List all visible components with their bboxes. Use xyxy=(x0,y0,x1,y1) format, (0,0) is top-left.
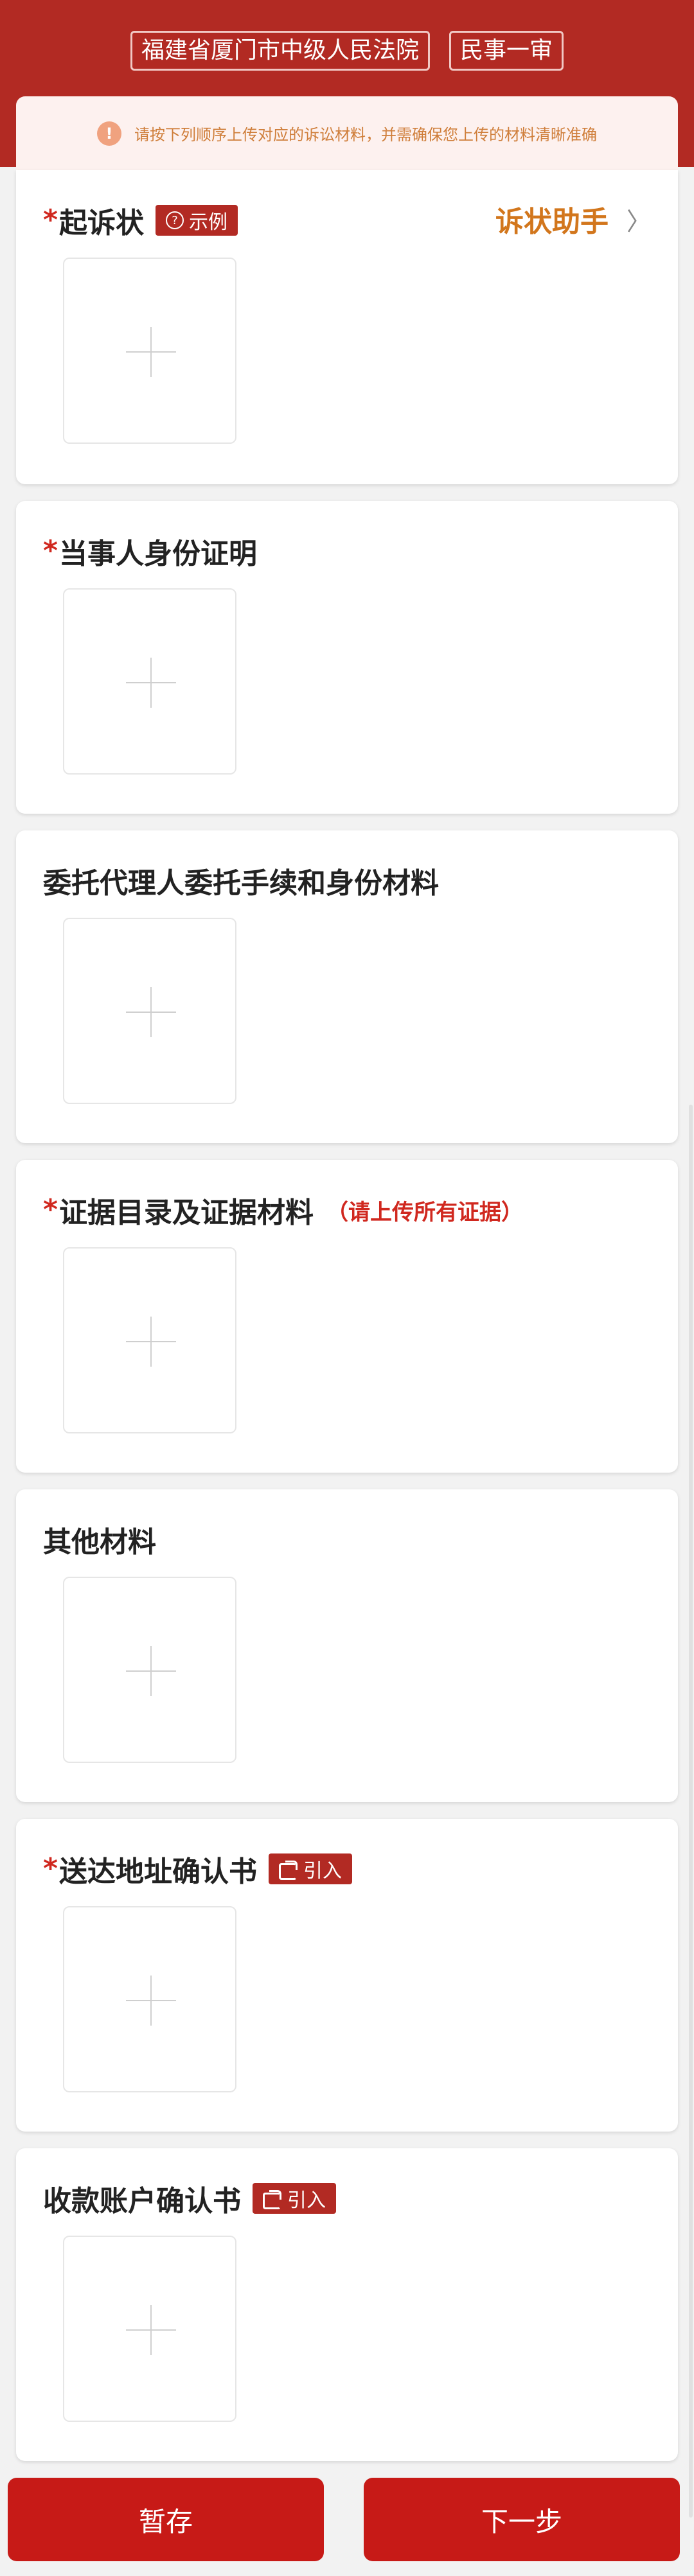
section-title: 收款账户确认书 引入 xyxy=(43,2178,336,2219)
upload-button[interactable] xyxy=(63,588,236,775)
case-type-tag: 民事一审 xyxy=(449,31,564,71)
section-title: * 当事人身份证明 xyxy=(43,530,257,572)
assistant-label: 诉状助手 xyxy=(495,206,609,238)
section-party-id: * 当事人身份证明 xyxy=(16,501,678,814)
required-mark: * xyxy=(43,1193,58,1226)
plus-icon xyxy=(126,2305,176,2355)
import-button[interactable]: 引入 xyxy=(269,1853,353,1884)
import-button-label: 引入 xyxy=(303,1860,343,1882)
example-button[interactable]: ? 示例 xyxy=(156,205,238,236)
section-title: * 证据目录及证据材料 （请上传所有证据） xyxy=(43,1189,523,1231)
required-mark: * xyxy=(43,204,58,236)
next-step-button[interactable]: 下一步 xyxy=(364,2478,680,2561)
section-title-text: 委托代理人委托手续和身份材料 xyxy=(43,867,439,900)
chevron-right-icon: 〉 xyxy=(626,207,651,236)
section-other: 其他材料 xyxy=(16,1489,678,1802)
import-icon xyxy=(279,1861,298,1880)
section-title: * 送达地址确认书 引入 xyxy=(43,1848,353,1889)
section-complaint: * 起诉状 ? 示例 诉状助手 〉 xyxy=(16,170,678,484)
upload-button[interactable] xyxy=(63,2236,236,2422)
notice-text: 请按下列顺序上传对应的诉讼材料，并需确保您上传的材料清晰准确 xyxy=(134,126,597,144)
plus-icon xyxy=(126,1646,176,1696)
section-title: 其他材料 xyxy=(43,1519,156,1560)
plus-icon xyxy=(126,1976,176,2026)
section-payment-account: 收款账户确认书 引入 xyxy=(16,2148,678,2461)
upload-button[interactable] xyxy=(63,1906,236,2092)
example-button-label: 示例 xyxy=(189,211,228,234)
plus-icon xyxy=(126,658,176,708)
section-service-address: * 送达地址确认书 引入 xyxy=(16,1819,678,2132)
scrollbar[interactable] xyxy=(689,1105,693,2518)
section-title-text: 送达地址确认书 xyxy=(59,1855,258,1888)
import-icon xyxy=(263,2190,282,2209)
upload-button[interactable] xyxy=(63,1577,236,1763)
section-title-text: 起诉状 xyxy=(59,207,145,240)
import-button-label: 引入 xyxy=(287,2189,326,2212)
section-title-text: 当事人身份证明 xyxy=(59,538,258,570)
section-agent-docs: 委托代理人委托手续和身份材料 xyxy=(16,830,678,1143)
notice-bar: ! 请按下列顺序上传对应的诉讼材料，并需确保您上传的材料清晰准确 xyxy=(16,96,678,170)
plus-icon xyxy=(126,327,176,377)
section-title-text: 证据目录及证据材料 xyxy=(59,1196,314,1229)
upload-button[interactable] xyxy=(63,1247,236,1433)
section-title-text: 收款账户确认书 xyxy=(43,2185,241,2218)
import-button[interactable]: 引入 xyxy=(253,2183,336,2214)
warning-icon: ! xyxy=(97,121,121,146)
required-mark: * xyxy=(43,1852,58,1885)
section-title: * 起诉状 ? 示例 xyxy=(43,200,238,241)
section-evidence: * 证据目录及证据材料 （请上传所有证据） xyxy=(16,1160,678,1473)
required-mark: * xyxy=(43,534,58,567)
save-draft-button[interactable]: 暂存 xyxy=(8,2478,324,2561)
upload-button[interactable] xyxy=(63,918,236,1104)
complaint-assistant-link[interactable]: 诉状助手 〉 xyxy=(495,198,651,240)
plus-icon xyxy=(126,1317,176,1367)
plus-icon xyxy=(126,987,176,1037)
section-title-text: 其他材料 xyxy=(43,1526,156,1559)
header-tags: 福建省厦门市中级人民法院 民事一审 xyxy=(0,31,694,71)
upload-materials-page: 福建省厦门市中级人民法院 民事一审 ! 请按下列顺序上传对应的诉讼材料，并需确保… xyxy=(0,0,694,2576)
evidence-hint: （请上传所有证据） xyxy=(326,1199,524,1225)
question-icon: ? xyxy=(166,211,184,229)
upload-button[interactable] xyxy=(63,258,236,444)
section-title: 委托代理人委托手续和身份材料 xyxy=(43,860,439,901)
court-tag: 福建省厦门市中级人民法院 xyxy=(130,31,430,71)
